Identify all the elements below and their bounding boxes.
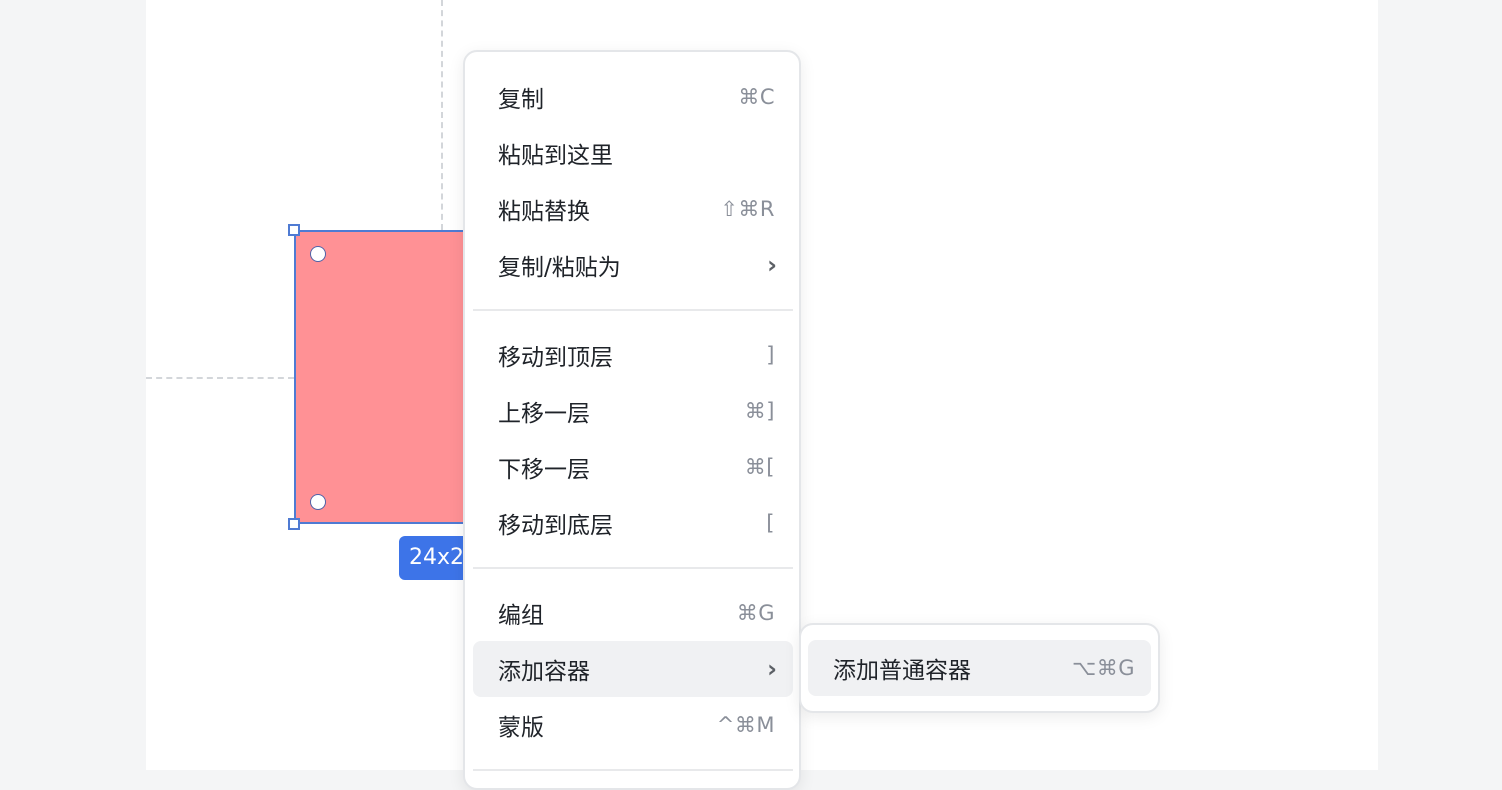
chevron-right-icon: ›	[767, 655, 777, 683]
menu-item-shortcut: ]	[766, 343, 775, 367]
menu-item-bring-to-front[interactable]: 移动到顶层 ]	[473, 327, 793, 383]
corner-radius-handle-bottom[interactable]	[310, 494, 326, 510]
horizontal-guide-line	[146, 377, 294, 379]
menu-item-shortcut: ^⌘M	[716, 713, 775, 737]
menu-item-label: 蒙版	[498, 715, 544, 741]
menu-item-bring-forward[interactable]: 上移一层 ⌘]	[473, 383, 793, 439]
menu-item-label: 复制/粘贴为	[498, 255, 621, 281]
menu-item-label: 编组	[498, 603, 544, 629]
menu-divider	[473, 769, 793, 771]
menu-item-shortcut: ⌥⌘G	[1072, 656, 1135, 680]
add-container-submenu: 添加普通容器 ⌥⌘G	[799, 623, 1160, 713]
menu-item-label: 移动到顶层	[498, 345, 613, 371]
resize-handle-bottom-left[interactable]	[288, 518, 300, 530]
menu-item-copy[interactable]: 复制 ⌘C	[473, 69, 793, 125]
menu-item-label: 添加容器	[498, 659, 590, 685]
menu-item-label: 上移一层	[498, 401, 590, 427]
menu-item-copy-paste-as[interactable]: 复制/粘贴为 ›	[473, 237, 793, 293]
menu-item-shortcut: ⌘G	[736, 601, 775, 625]
resize-handle-top-left[interactable]	[288, 224, 300, 236]
menu-item-send-backward[interactable]: 下移一层 ⌘[	[473, 439, 793, 495]
menu-item-paste-replace[interactable]: 粘贴替换 ⇧⌘R	[473, 181, 793, 237]
context-menu: 复制 ⌘C 粘贴到这里 粘贴替换 ⇧⌘R 复制/粘贴为 › 移动到顶层 ] 上移…	[463, 50, 801, 790]
menu-item-send-to-back[interactable]: 移动到底层 [	[473, 495, 793, 551]
menu-item-shortcut: ⇧⌘R	[720, 197, 775, 221]
corner-radius-handle-top[interactable]	[310, 246, 326, 262]
menu-item-shortcut: ⌘C	[738, 85, 775, 109]
menu-item-label: 复制	[498, 87, 544, 113]
menu-item-mask[interactable]: 蒙版 ^⌘M	[473, 697, 793, 753]
menu-item-shortcut: [	[766, 511, 775, 535]
menu-item-label: 移动到底层	[498, 513, 613, 539]
menu-item-paste-here[interactable]: 粘贴到这里	[473, 125, 793, 181]
menu-item-group[interactable]: 编组 ⌘G	[473, 585, 793, 641]
menu-item-shortcut: ⌘]	[744, 399, 775, 423]
vertical-guide-line	[441, 0, 443, 230]
menu-item-label: 下移一层	[498, 457, 590, 483]
chevron-right-icon: ›	[767, 251, 777, 279]
menu-item-shortcut: ⌘[	[744, 455, 775, 479]
menu-item-add-normal-container[interactable]: 添加普通容器 ⌥⌘G	[808, 640, 1151, 696]
menu-divider	[473, 567, 793, 569]
menu-divider	[473, 309, 793, 311]
menu-item-label: 粘贴到这里	[498, 143, 613, 169]
menu-item-add-container[interactable]: 添加容器 ›	[473, 641, 793, 697]
menu-item-label: 添加普通容器	[833, 658, 971, 684]
menu-item-label: 粘贴替换	[498, 199, 590, 225]
design-workspace[interactable]: 24x2 复制 ⌘C 粘贴到这里 粘贴替换 ⇧⌘R 复制/粘贴为 › 移动到顶层…	[0, 0, 1502, 790]
